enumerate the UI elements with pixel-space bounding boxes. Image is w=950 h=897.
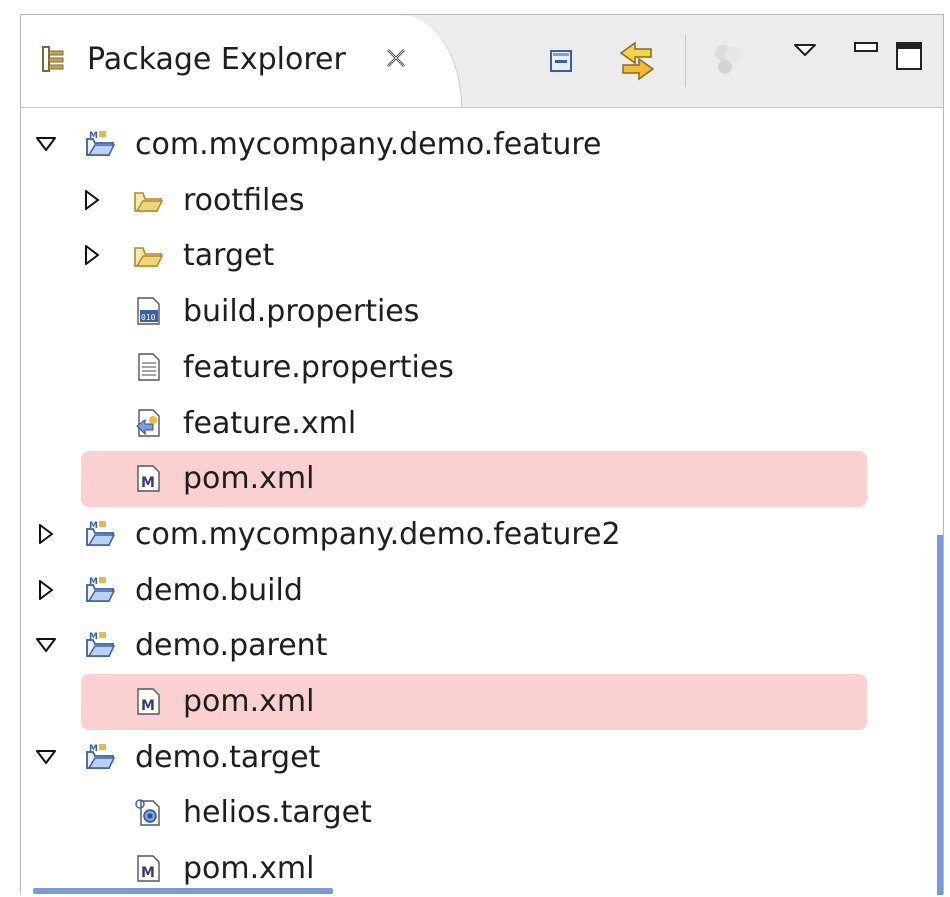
maven-project-icon: M: [86, 632, 115, 658]
tree-item-label: demo.parent: [135, 628, 328, 664]
maven-project-icon: M: [86, 520, 115, 546]
expand-arrow-right-icon[interactable]: [81, 189, 103, 211]
tree-item[interactable]: feature.xml: [21, 396, 943, 452]
tree-item[interactable]: Mpom.xml: [21, 674, 943, 730]
close-tab-icon[interactable]: [385, 47, 407, 69]
collapse-all-icon[interactable]: [549, 49, 575, 75]
tree-item[interactable]: Mcom.mycompany.demo.feature2: [21, 507, 943, 563]
tree-item[interactable]: Mdemo.target: [21, 730, 943, 786]
svg-text:M: M: [89, 521, 98, 531]
tree-item-label: com.mycompany.demo.feature: [135, 127, 602, 162]
tree-item[interactable]: feature.properties: [21, 340, 943, 396]
folder-icon: [134, 247, 163, 268]
expand-arrow-right-icon[interactable]: [81, 244, 103, 266]
vertical-scrollbar[interactable]: [937, 535, 943, 895]
minimize-icon[interactable]: [853, 41, 879, 55]
tree-item-label: feature.xml: [183, 405, 357, 441]
svg-text:M: M: [141, 698, 155, 714]
tree-item[interactable]: 010 build.properties: [21, 284, 943, 340]
tree-item[interactable]: Mpom.xml: [21, 451, 943, 508]
folder-icon: [134, 191, 163, 212]
horizontal-scrollbar[interactable]: [33, 888, 333, 894]
pom-file-icon: M: [137, 688, 160, 715]
pom-file-icon: M: [137, 855, 160, 882]
tree-item-label: target: [183, 238, 275, 274]
toolbar-separator: [685, 35, 686, 87]
tree-item-label: demo.build: [135, 572, 303, 608]
tree-item-label: pom.xml: [183, 461, 315, 497]
svg-text:M: M: [89, 744, 98, 754]
maven-project-icon: M: [86, 576, 115, 602]
tree-item-label: pom.xml: [183, 684, 315, 719]
package-explorer-icon: [42, 46, 64, 72]
pom-file-icon: M: [137, 465, 160, 492]
tree-item[interactable]: Mdemo.build: [21, 563, 943, 619]
tree-item[interactable]: Mcom.mycompany.demo.feature: [21, 117, 943, 173]
svg-text:M: M: [89, 577, 98, 587]
focus-task-icon[interactable]: [711, 41, 745, 81]
svg-text:010: 010: [141, 313, 156, 322]
tree-item-label: com.mycompany.demo.feature2: [135, 516, 621, 552]
link-with-editor-icon[interactable]: [615, 39, 659, 83]
maven-project-icon: M: [86, 131, 115, 156]
svg-text:M: M: [89, 131, 98, 141]
expand-arrow-down-icon[interactable]: [35, 634, 57, 656]
target-file-icon: [135, 799, 160, 827]
tree-item-label: helios.target: [183, 795, 372, 831]
svg-text:M: M: [141, 475, 155, 491]
feature-file-icon: [136, 408, 160, 437]
text-file-icon: [138, 353, 160, 381]
view-title: Package Explorer: [87, 42, 346, 77]
expand-arrow-right-icon[interactable]: [35, 579, 57, 601]
tree-item-label: build.properties: [183, 294, 420, 330]
expand-arrow-down-icon[interactable]: [35, 746, 57, 768]
svg-text:M: M: [141, 865, 155, 881]
tree-item-label: demo.target: [135, 739, 321, 775]
tree-item-label: feature.properties: [183, 349, 454, 385]
header-separator: [21, 107, 943, 108]
view-menu-icon[interactable]: [793, 43, 817, 57]
package-explorer-view: Package Explorer Mcom.mycompany.demo.fea…: [20, 14, 944, 895]
properties-file-icon: 010: [137, 297, 160, 325]
maximize-icon[interactable]: [895, 41, 923, 71]
tree-item[interactable]: target: [21, 228, 943, 284]
maven-project-icon: M: [86, 743, 115, 769]
package-explorer-tab[interactable]: Package Explorer: [21, 15, 462, 107]
tree-item-label: rootfiles: [183, 182, 305, 218]
tree-item[interactable]: rootfiles: [21, 173, 943, 229]
svg-text:M: M: [89, 632, 98, 642]
expand-arrow-right-icon[interactable]: [35, 523, 57, 545]
tree-item[interactable]: Mdemo.parent: [21, 618, 943, 674]
tree-item[interactable]: helios.target: [21, 785, 943, 841]
expand-arrow-down-icon[interactable]: [35, 133, 57, 155]
